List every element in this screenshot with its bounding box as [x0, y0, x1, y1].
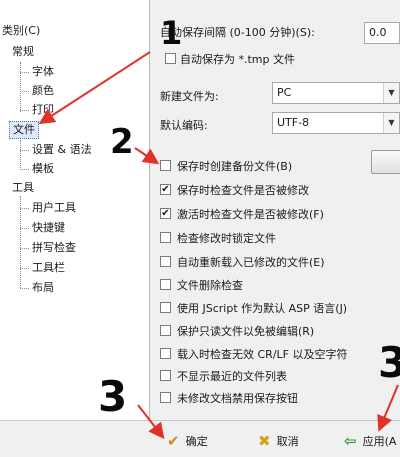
autosave-tmp-checkbox[interactable] — [165, 53, 176, 64]
checkbox-label: 保存时创建备份文件(B) — [177, 160, 293, 173]
disable-save-unmodified-checkbox[interactable] — [160, 392, 171, 403]
tree-line — [20, 208, 29, 209]
arrow-left-icon: ⇦ — [344, 432, 357, 450]
tree-item-tools[interactable]: 工具 — [12, 179, 34, 197]
tree-item-file[interactable]: 文件 — [9, 121, 39, 139]
tree-item-layout[interactable]: 布局 — [32, 279, 54, 297]
default-encoding-label: 默认编码: — [160, 119, 208, 132]
backup-on-save-checkbox[interactable] — [160, 160, 171, 171]
lock-file-checkbox[interactable] — [160, 232, 171, 243]
autosave-tmp-label: 自动保存为 *.tmp 文件 — [180, 53, 295, 66]
check-crlf-checkbox[interactable] — [160, 348, 171, 359]
chevron-down-icon: ▼ — [383, 83, 399, 103]
check-modified-on-save-checkbox[interactable]: ✔ — [160, 184, 171, 195]
tree-item-general[interactable]: 常规 — [12, 43, 34, 61]
checkbox-label: 检查修改时锁定文件 — [177, 232, 276, 245]
checkbox-label: 保护只读文件以免被编辑(R) — [177, 325, 315, 338]
tree-item-shortcuts[interactable]: 快捷键 — [32, 219, 65, 237]
tree-line — [20, 62, 21, 112]
annotation-mark-4: 3 — [378, 338, 400, 387]
ok-button[interactable]: ✔ 确定 — [167, 428, 208, 454]
checkbox-label: 文件删除检查 — [177, 279, 243, 292]
tree-item-print[interactable]: 打印 — [32, 101, 54, 119]
check-icon: ✔ — [167, 432, 180, 450]
autosave-interval-label: 自动保存间隔 (0-100 分钟)(S): — [160, 26, 315, 39]
checkbox-label: 使用 JScript 作为默认 ASP 语言(J) — [177, 302, 348, 315]
hide-recent-files-checkbox[interactable] — [160, 370, 171, 381]
chevron-down-icon: ▼ — [383, 113, 399, 133]
check-modified-on-activate-checkbox[interactable]: ✔ — [160, 208, 171, 219]
tree-item-font[interactable]: 字体 — [32, 63, 54, 81]
file-delete-check-checkbox[interactable] — [160, 279, 171, 290]
category-tree: 类别(C) 常规 字体 颜色 打印 文件 设置 & 语法 模板 工具 用户工具 … — [0, 0, 150, 420]
checkbox-label: 未修改文档禁用保存按钮 — [177, 392, 298, 405]
annotation-mark-3: 3 — [98, 372, 128, 421]
auto-reload-checkbox[interactable] — [160, 256, 171, 267]
tree-item-user-tools[interactable]: 用户工具 — [32, 199, 76, 217]
tree-line — [20, 140, 21, 170]
new-file-select[interactable]: PC ▼ — [272, 82, 400, 104]
tree-line — [20, 91, 29, 92]
default-encoding-value: UTF-8 — [277, 116, 310, 129]
jscript-asp-checkbox[interactable] — [160, 302, 171, 313]
cancel-button[interactable]: ✖ 取消 — [258, 428, 299, 454]
checkbox-label: 自动重新载入已修改的文件(E) — [177, 256, 325, 269]
new-file-value: PC — [277, 86, 292, 99]
annotation-mark-1: 1 — [160, 14, 183, 52]
checkbox-label: 不显示最近的文件列表 — [177, 370, 287, 383]
tree-item-settings-syntax[interactable]: 设置 & 语法 — [32, 141, 92, 159]
tree-line — [20, 169, 29, 170]
protect-readonly-checkbox[interactable] — [160, 325, 171, 336]
annotation-mark-2: 2 — [110, 122, 134, 162]
tree-item-templates[interactable]: 模板 — [32, 160, 54, 178]
tree-line — [20, 288, 29, 289]
tree-item-color[interactable]: 颜色 — [32, 82, 54, 100]
checkbox-label: 激活时检查文件是否被修改(F) — [177, 208, 324, 221]
default-encoding-select[interactable]: UTF-8 ▼ — [272, 112, 400, 134]
tree-item-spell-check[interactable]: 拼写检查 — [32, 239, 76, 257]
tree-line — [20, 72, 29, 73]
tree-line — [20, 228, 29, 229]
tree-line — [20, 150, 29, 151]
x-icon: ✖ — [258, 432, 271, 450]
tree-title: 类别(C) — [2, 24, 41, 37]
checkbox-label: 载入时检查无效 CR/LF 以及空字符 — [177, 348, 348, 361]
cancel-label: 取消 — [276, 435, 299, 448]
tree-line — [20, 248, 29, 249]
checkbox-label: 保存时检查文件是否被修改 — [177, 184, 309, 197]
tree-item-toolbar[interactable]: 工具栏 — [32, 259, 65, 277]
new-file-label: 新建文件为: — [160, 90, 219, 103]
backup-options-button[interactable] — [371, 150, 400, 174]
tree-line — [20, 268, 29, 269]
autosave-interval-input[interactable]: 0.0 — [364, 22, 400, 44]
tree-line — [20, 196, 21, 288]
apply-button[interactable]: ⇦ 应用(A — [344, 428, 396, 454]
ok-label: 确定 — [185, 435, 208, 448]
tree-line — [20, 110, 29, 111]
apply-label: 应用(A — [362, 435, 397, 448]
